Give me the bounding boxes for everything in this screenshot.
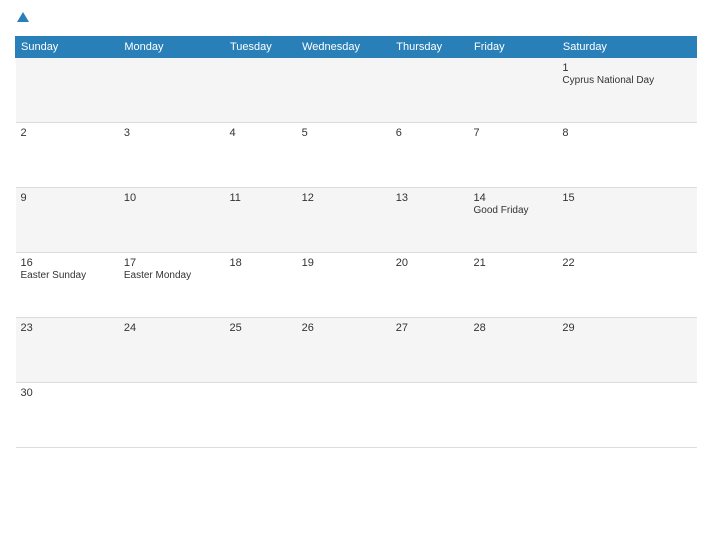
- calendar-week-row: 23 24 25 26 27 28 29: [16, 318, 697, 383]
- calendar-cell: [119, 383, 225, 448]
- calendar-cell: 10: [119, 188, 225, 253]
- day-number: 16: [21, 257, 114, 269]
- calendar-cell: 1Cyprus National Day: [557, 58, 696, 123]
- weekday-header: Saturday: [557, 37, 696, 58]
- page: SundayMondayTuesdayWednesdayThursdayFrid…: [0, 0, 712, 550]
- calendar-cell: 30: [16, 383, 119, 448]
- weekday-header: Tuesday: [224, 37, 296, 58]
- day-number: 5: [302, 127, 386, 139]
- calendar-cell: 28: [469, 318, 558, 383]
- calendar-cell: 27: [391, 318, 469, 383]
- calendar-week-row: 2345678: [16, 123, 697, 188]
- calendar-cell: 16Easter Sunday: [16, 253, 119, 318]
- calendar-cell: 11: [224, 188, 296, 253]
- calendar-cell: 23: [16, 318, 119, 383]
- day-number: 21: [474, 257, 553, 269]
- day-number: 24: [124, 322, 220, 334]
- weekday-header-row: SundayMondayTuesdayWednesdayThursdayFrid…: [16, 37, 697, 58]
- calendar-cell: [469, 383, 558, 448]
- calendar-week-row: 30: [16, 383, 697, 448]
- day-number: 6: [396, 127, 464, 139]
- weekday-header: Wednesday: [297, 37, 391, 58]
- calendar-cell: 8: [557, 123, 696, 188]
- day-number: 12: [302, 192, 386, 204]
- calendar-cell: 5: [297, 123, 391, 188]
- logo-triangle-icon: [17, 10, 29, 26]
- calendar-cell: 6: [391, 123, 469, 188]
- calendar-cell: [391, 58, 469, 123]
- calendar-cell: 14Good Friday: [469, 188, 558, 253]
- calendar-cell: 29: [557, 318, 696, 383]
- day-number: 30: [21, 387, 114, 399]
- holiday-label: Easter Monday: [124, 270, 220, 281]
- calendar-cell: 7: [469, 123, 558, 188]
- calendar-week-row: 16Easter Sunday17Easter Monday1819202122: [16, 253, 697, 318]
- calendar-cell: 24: [119, 318, 225, 383]
- day-number: 27: [396, 322, 464, 334]
- weekday-header: Monday: [119, 37, 225, 58]
- holiday-label: Good Friday: [474, 205, 553, 216]
- day-number: 10: [124, 192, 220, 204]
- day-number: 3: [124, 127, 220, 139]
- day-number: 1: [562, 62, 691, 74]
- calendar-cell: 2: [16, 123, 119, 188]
- calendar-cell: 18: [224, 253, 296, 318]
- day-number: 2: [21, 127, 114, 139]
- calendar-week-row: 9 10 11 12 13 14Good Friday 15: [16, 188, 697, 253]
- calendar-cell: 9: [16, 188, 119, 253]
- calendar-cell: [224, 58, 296, 123]
- weekday-header: Thursday: [391, 37, 469, 58]
- day-number: 9: [21, 192, 114, 204]
- day-number: 22: [562, 257, 691, 269]
- calendar-cell: [297, 383, 391, 448]
- calendar-cell: 4: [224, 123, 296, 188]
- day-number: 14: [474, 192, 553, 204]
- calendar-cell: 20: [391, 253, 469, 318]
- day-number: 8: [562, 127, 691, 139]
- calendar-table: SundayMondayTuesdayWednesdayThursdayFrid…: [15, 36, 697, 448]
- day-number: 20: [396, 257, 464, 269]
- header: [15, 10, 697, 26]
- calendar-cell: [469, 58, 558, 123]
- day-number: 25: [229, 322, 291, 334]
- day-number: 13: [396, 192, 464, 204]
- calendar-cell: [224, 383, 296, 448]
- day-number: 11: [229, 192, 291, 204]
- calendar-cell: 13: [391, 188, 469, 253]
- calendar-cell: 15: [557, 188, 696, 253]
- calendar-cell: [557, 383, 696, 448]
- day-number: 19: [302, 257, 386, 269]
- day-number: 23: [21, 322, 114, 334]
- calendar-cell: 17Easter Monday: [119, 253, 225, 318]
- day-number: 17: [124, 257, 220, 269]
- day-number: 18: [229, 257, 291, 269]
- day-number: 7: [474, 127, 553, 139]
- day-number: 15: [562, 192, 691, 204]
- day-number: 4: [229, 127, 291, 139]
- calendar-cell: 3: [119, 123, 225, 188]
- logo: [15, 10, 29, 26]
- calendar-cell: [297, 58, 391, 123]
- calendar-cell: 22: [557, 253, 696, 318]
- calendar-cell: 26: [297, 318, 391, 383]
- calendar-cell: 21: [469, 253, 558, 318]
- calendar-cell: 19: [297, 253, 391, 318]
- calendar-cell: [119, 58, 225, 123]
- calendar-cell: [391, 383, 469, 448]
- day-number: 26: [302, 322, 386, 334]
- calendar-cell: 12: [297, 188, 391, 253]
- calendar-cell: 25: [224, 318, 296, 383]
- holiday-label: Cyprus National Day: [562, 75, 691, 86]
- weekday-header: Friday: [469, 37, 558, 58]
- holiday-label: Easter Sunday: [21, 270, 114, 281]
- calendar-cell: [16, 58, 119, 123]
- day-number: 29: [562, 322, 691, 334]
- weekday-header: Sunday: [16, 37, 119, 58]
- day-number: 28: [474, 322, 553, 334]
- calendar-week-row: 1Cyprus National Day: [16, 58, 697, 123]
